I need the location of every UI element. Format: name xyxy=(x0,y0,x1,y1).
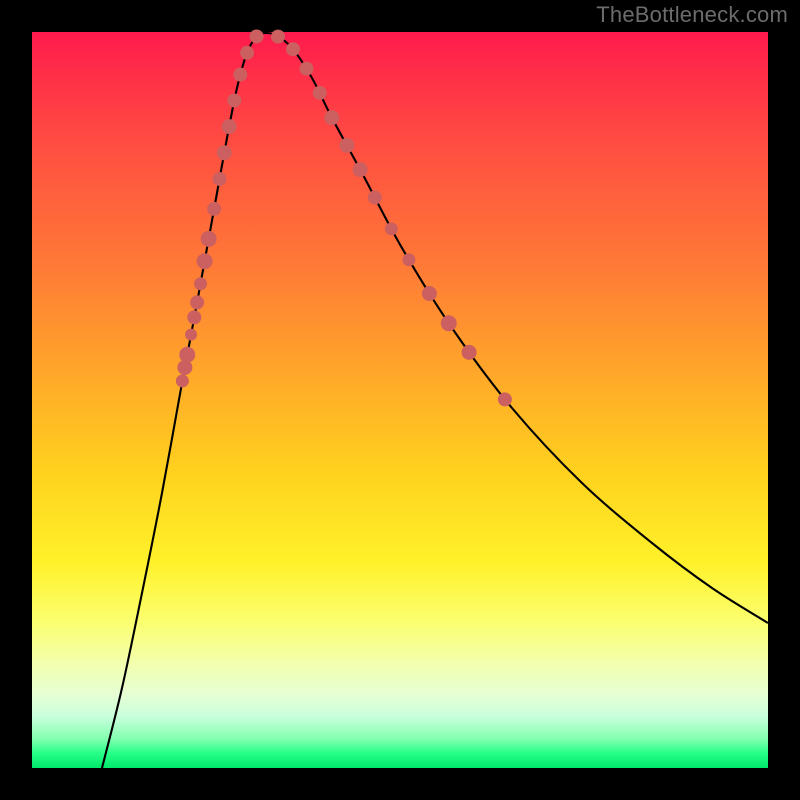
curve-svg xyxy=(32,32,768,768)
bead-point xyxy=(324,110,339,125)
bead-point xyxy=(299,62,313,76)
bead-point xyxy=(271,30,285,44)
plot-area xyxy=(32,32,768,768)
bead-point xyxy=(194,277,207,290)
beads-group xyxy=(176,29,512,406)
bead-point xyxy=(313,86,327,100)
bead-point xyxy=(222,119,237,134)
bead-point xyxy=(353,162,368,177)
bead-point xyxy=(498,392,512,406)
bead-point xyxy=(201,231,217,247)
bead-point xyxy=(250,29,264,43)
bead-point xyxy=(176,374,189,387)
bead-point xyxy=(179,347,195,363)
bead-point xyxy=(187,310,201,324)
bead-point xyxy=(286,42,300,56)
bead-point xyxy=(227,93,241,107)
bead-point xyxy=(339,138,354,153)
bead-point xyxy=(197,253,213,269)
bead-point xyxy=(385,222,398,235)
bead-point xyxy=(213,172,227,186)
bead-point xyxy=(462,345,477,360)
bead-point xyxy=(368,191,382,205)
bead-point xyxy=(233,68,247,82)
bead-point xyxy=(441,315,457,331)
bottleneck-curve xyxy=(102,33,768,768)
bead-point xyxy=(217,145,232,160)
watermark-text: TheBottleneck.com xyxy=(596,2,788,28)
bead-point xyxy=(422,286,437,301)
bead-point xyxy=(185,329,197,341)
bead-point xyxy=(240,46,254,60)
bead-point xyxy=(207,202,221,216)
bead-point xyxy=(402,253,415,266)
bead-point xyxy=(190,295,204,309)
chart-frame: TheBottleneck.com xyxy=(0,0,800,800)
